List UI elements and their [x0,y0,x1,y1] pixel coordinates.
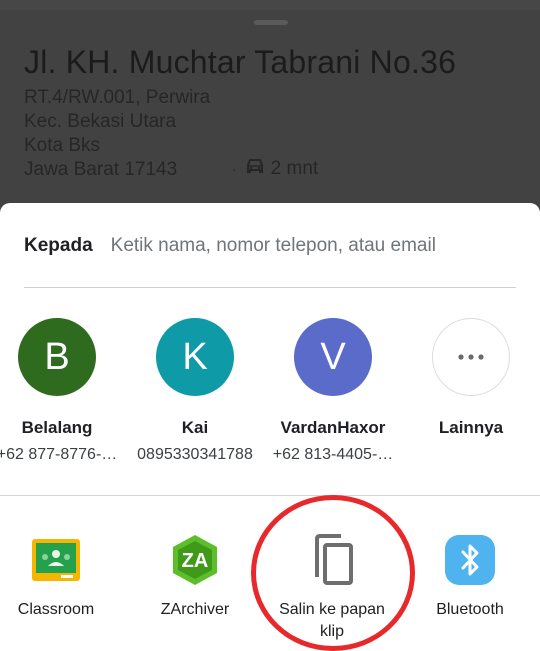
separator-dot: · [232,161,237,177]
bluetooth-icon [443,533,497,587]
contact-name: Belalang [21,418,93,437]
address-line: Kota Bks [24,135,101,156]
place-title: Jl. KH. Muchtar Tabrani No.36 [24,44,457,80]
avatar: B [18,318,96,396]
car-icon [245,157,265,181]
avatar: K [156,318,234,396]
app-label: Bluetooth [436,601,504,618]
highlight-circle [251,495,415,651]
contact-phone: +62 813-4405-… [272,446,394,463]
app-label: ZArchiver [160,601,230,618]
contact-name: VardanHaxor [280,418,386,437]
status-bar-strip [0,0,540,10]
eta-info: · 2 mnt [232,157,318,181]
recipient-input[interactable] [110,235,511,257]
contact-name: Kai [181,418,209,437]
svg-text:ZA: ZA [182,550,209,572]
to-label: Kepada [24,235,93,256]
classroom-icon [29,533,83,587]
more-contacts-button[interactable]: Lainnya [401,318,540,438]
divider [0,495,540,496]
address-line: Jawa Barat 17143 [24,159,178,180]
contact-phone: 0895330341788 [137,446,253,463]
address-line: Kec. Bekasi Utara [24,111,177,132]
more-horiz-icon [432,318,510,396]
app-classroom[interactable]: Classroom [0,533,116,621]
drag-handle[interactable] [254,20,288,25]
more-label: Lainnya [438,418,504,437]
contact-kai[interactable]: K Kai 0895330341788 [125,318,265,464]
contact-vardanhaxor[interactable]: V VardanHaxor +62 813-4405-… [263,318,403,464]
eta-text: 2 mnt [270,158,319,179]
place-address: RT.4/RW.001, Perwira Kec. Bekasi Utara K… [24,86,210,182]
address-line: RT.4/RW.001, Perwira [24,87,211,108]
app-zarchiver[interactable]: ZA ZArchiver [135,533,255,621]
zarchiver-icon: ZA [168,533,222,587]
app-bluetooth[interactable]: Bluetooth [410,533,530,621]
contact-belalang[interactable]: B Belalang +62 877-8776-… [0,318,127,464]
contact-phone: +62 877-8776-… [0,446,118,463]
app-label: Classroom [17,601,95,618]
avatar: V [294,318,372,396]
recipient-row: Kepada [24,233,524,259]
divider [24,287,516,288]
